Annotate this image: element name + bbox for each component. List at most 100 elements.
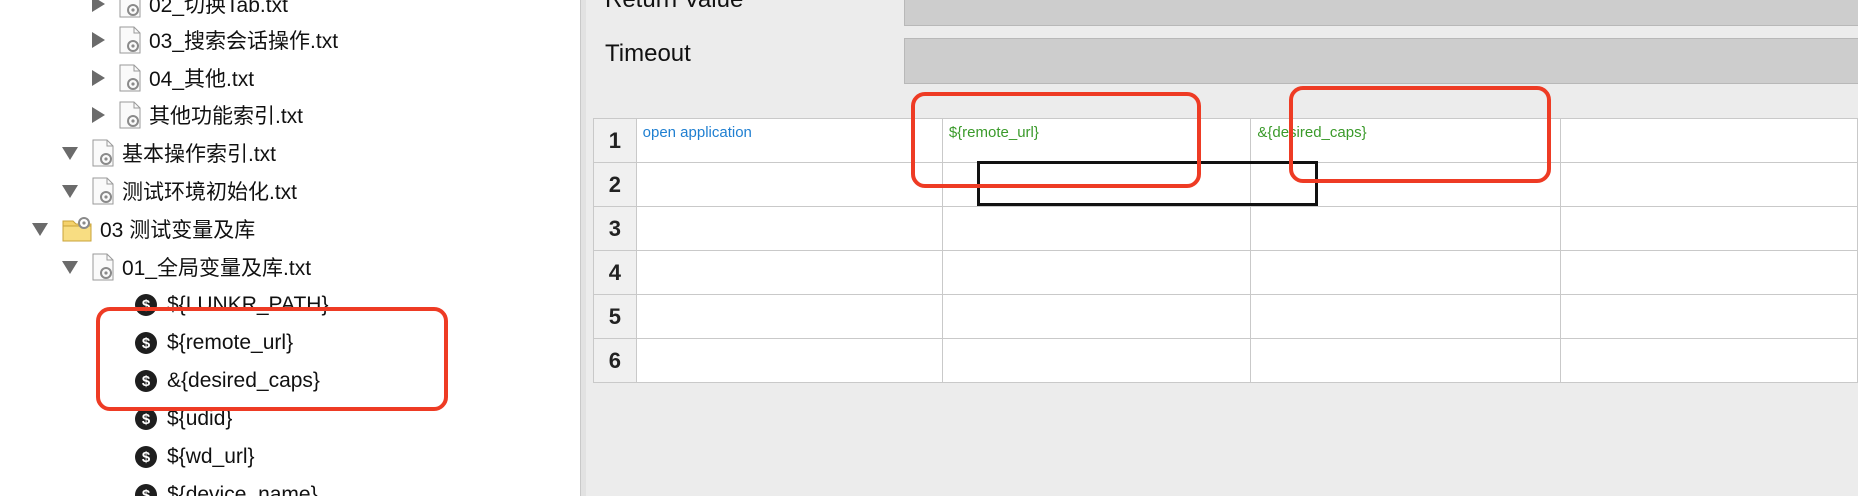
expand-arrow-icon[interactable] xyxy=(92,32,105,48)
row-number[interactable]: 2 xyxy=(593,162,637,207)
grid-cell[interactable] xyxy=(635,206,943,251)
timeout-label: Timeout xyxy=(605,40,691,67)
tree-item-variable[interactable]: $ ${wd_url} xyxy=(135,439,255,475)
keyword-text xyxy=(637,163,942,173)
grid-cell[interactable] xyxy=(941,206,1252,251)
row-number[interactable]: 5 xyxy=(593,294,637,339)
keyword-text xyxy=(637,295,942,305)
argument-text xyxy=(1561,251,1857,261)
file-gear-icon xyxy=(92,253,114,281)
tree-item-label: 04_其他.txt xyxy=(149,68,255,91)
grid-cell[interactable] xyxy=(635,338,943,383)
file-gear-icon xyxy=(92,139,114,167)
tree-item-label: 其他功能索引.txt xyxy=(149,105,304,128)
expand-arrow-icon[interactable] xyxy=(92,0,105,12)
folder-gear-icon xyxy=(62,216,92,242)
tree-item-label: 01_全局变量及库.txt xyxy=(122,257,312,280)
grid-cell[interactable] xyxy=(941,250,1252,295)
argument-text xyxy=(943,251,1251,261)
tree-item-file[interactable]: 03_搜索会话操作.txt xyxy=(92,22,338,58)
file-gear-icon xyxy=(119,26,141,54)
tree-item-file[interactable]: 基本操作索引.txt xyxy=(62,135,276,171)
highlight-box xyxy=(96,307,448,411)
tree-item-variable[interactable]: $ ${device_name} xyxy=(135,477,318,496)
argument-text xyxy=(1251,339,1560,349)
grid-cell[interactable] xyxy=(941,294,1252,339)
row-number[interactable]: 6 xyxy=(593,338,637,383)
grid-cell[interactable] xyxy=(635,250,943,295)
grid-cell[interactable] xyxy=(635,294,943,339)
argument-text xyxy=(1561,119,1857,129)
grid-row: 4 xyxy=(593,250,1858,295)
highlight-box xyxy=(1289,86,1551,183)
dollar-icon: $ xyxy=(135,408,157,430)
tree-item-file[interactable]: 02_切换Tab.txt xyxy=(92,0,288,22)
argument-text xyxy=(1561,339,1857,349)
argument-text xyxy=(1251,295,1560,305)
argument-text xyxy=(943,207,1251,217)
file-gear-icon xyxy=(92,177,114,205)
tree-item-label: 测试环境初始化.txt xyxy=(122,181,298,204)
keyword-grid: 1 open application ${remote_url} &{desired_… xyxy=(593,118,1858,383)
argument-text xyxy=(1561,295,1857,305)
grid-cell[interactable] xyxy=(1560,294,1858,339)
grid-row: 6 xyxy=(593,338,1858,383)
row-number[interactable]: 1 xyxy=(593,118,637,163)
grid-row: 3 xyxy=(593,206,1858,251)
argument-text xyxy=(1251,251,1560,261)
tree-item-file[interactable]: 04_其他.txt xyxy=(92,60,254,96)
return-value-field[interactable] xyxy=(904,0,1858,26)
tree-item-label: 03_搜索会话操作.txt xyxy=(149,30,339,53)
grid-table: 1 open application ${remote_url} &{desired_… xyxy=(593,118,1858,383)
grid-cell[interactable] xyxy=(1250,250,1562,295)
keyword-text xyxy=(637,251,942,261)
grid-row: 5 xyxy=(593,294,1858,339)
argument-text xyxy=(943,339,1251,349)
grid-cell[interactable] xyxy=(1250,338,1562,383)
highlight-box xyxy=(911,92,1201,188)
collapse-arrow-icon[interactable] xyxy=(62,184,78,198)
keyword-text xyxy=(637,339,942,349)
tree-item-label: 基本操作索引.txt xyxy=(122,143,277,166)
row-number[interactable]: 4 xyxy=(593,250,637,295)
keyword-text: open application xyxy=(642,124,752,141)
expand-arrow-icon[interactable] xyxy=(92,70,105,86)
file-gear-icon xyxy=(119,0,141,18)
tree-item-label: 03 测试变量及库 xyxy=(100,219,256,242)
collapse-arrow-icon[interactable] xyxy=(62,260,78,274)
grid-cell[interactable] xyxy=(1250,294,1562,339)
return-value-label: Return Value xyxy=(605,0,743,14)
argument-text xyxy=(1251,207,1560,217)
grid-cell[interactable] xyxy=(1560,162,1858,207)
tree-item-file[interactable]: 测试环境初始化.txt xyxy=(62,173,297,209)
collapse-arrow-icon[interactable] xyxy=(32,222,48,236)
grid-cell[interactable] xyxy=(1250,206,1562,251)
grid-row: 1 open application ${remote_url} &{desired_… xyxy=(593,118,1858,163)
keyword-text xyxy=(637,207,942,217)
tree-item-file[interactable]: 其他功能索引.txt xyxy=(92,97,303,133)
editor-pane: Return Value Timeout 1open application${… xyxy=(586,0,1858,496)
argument-text xyxy=(1561,163,1857,173)
resource-tree: 02_切换Tab.txt 03_搜索会话操作.txt 04_其他.txt 其他功… xyxy=(0,0,580,496)
dollar-icon: $ xyxy=(135,446,157,468)
row-number[interactable]: 3 xyxy=(593,206,637,251)
file-gear-icon xyxy=(119,101,141,129)
tree-item-label: ${wd_url} xyxy=(167,445,255,468)
tree-item-label: ${device_name} xyxy=(167,483,318,496)
grid-cell[interactable] xyxy=(941,338,1252,383)
argument-text xyxy=(1561,207,1857,217)
grid-cell[interactable] xyxy=(1560,338,1858,383)
collapse-arrow-icon[interactable] xyxy=(62,146,78,160)
tree-item-label: 02_切换Tab.txt xyxy=(149,0,288,17)
tree-item-folder[interactable]: 03 测试变量及库 xyxy=(32,211,255,247)
argument-text xyxy=(943,295,1251,305)
expand-arrow-icon[interactable] xyxy=(92,107,105,123)
tree-item-file[interactable]: 01_全局变量及库.txt xyxy=(62,249,311,285)
grid-cell[interactable]: open application xyxy=(635,118,943,163)
grid-cell[interactable] xyxy=(1560,118,1858,163)
file-gear-icon xyxy=(119,64,141,92)
grid-cell[interactable] xyxy=(1560,206,1858,251)
timeout-field[interactable] xyxy=(904,38,1858,84)
grid-cell[interactable] xyxy=(635,162,943,207)
grid-cell[interactable] xyxy=(1560,250,1858,295)
